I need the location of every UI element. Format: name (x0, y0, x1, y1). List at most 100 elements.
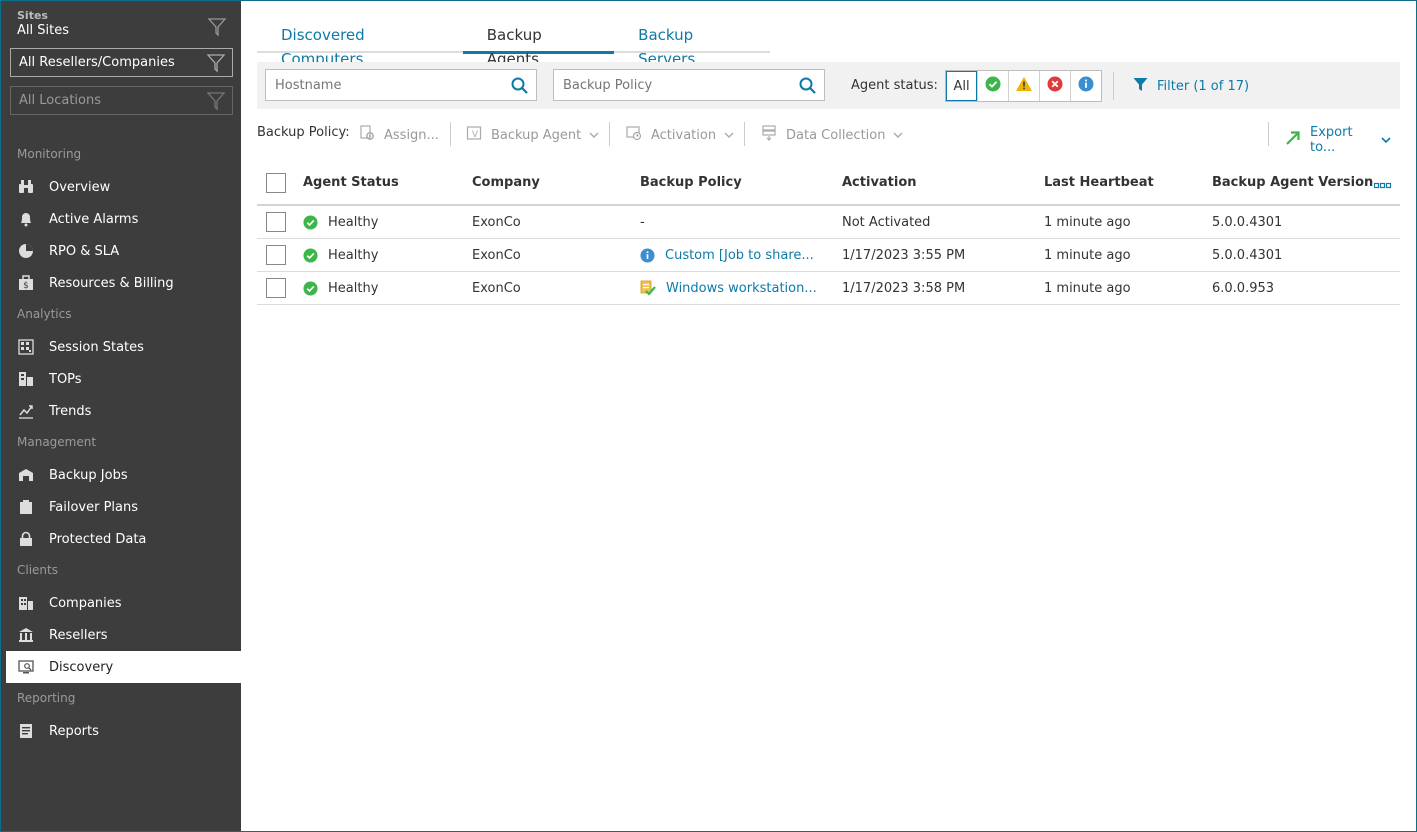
billing-icon: $ (17, 275, 34, 292)
data-collection-menu[interactable]: Data Collection (761, 125, 912, 145)
row-checkbox[interactable] (266, 212, 286, 232)
table-row[interactable]: Healthy ExonCo Custom [Job to share... 1… (257, 239, 1400, 272)
version-cell: 5.0.0.4301 (1212, 214, 1283, 230)
report-icon (17, 723, 34, 740)
backup-policy-link[interactable]: Custom [Job to share... (665, 248, 814, 263)
row-select-cell (266, 272, 286, 304)
agent-status-label: Agent status: (851, 78, 938, 93)
section-clients: Clients (17, 563, 58, 577)
tab-discovered-computers[interactable]: Discovered Computers (257, 23, 463, 68)
sidebar-item-label: Companies (49, 595, 122, 611)
backup-jobs-icon (17, 467, 34, 484)
bell-icon (17, 211, 34, 228)
export-menu[interactable]: Export to... (1285, 125, 1400, 155)
tab-bar: Discovered Computers Backup Agents Backu… (257, 23, 770, 68)
building-icon (17, 595, 34, 612)
sidebar-item-session-states[interactable]: Session States (1, 331, 241, 363)
header-company[interactable]: Company (472, 161, 540, 204)
sidebar-item-overview[interactable]: Overview (1, 171, 241, 203)
export-label: Export to... (1310, 125, 1353, 155)
sidebar-item-companies[interactable]: Companies (1, 587, 241, 619)
activation-label: Activation (651, 127, 717, 143)
tab-backup-agents[interactable]: Backup Agents (462, 23, 615, 68)
warning-icon (1015, 76, 1033, 96)
sidebar-item-protected-data[interactable]: Protected Data (1, 523, 241, 555)
bank-icon (17, 627, 34, 644)
sidebar-item-backup-jobs[interactable]: Backup Jobs (1, 459, 241, 491)
tops-icon (17, 371, 34, 388)
divider (1113, 72, 1114, 100)
heartbeat-cell: 1 minute ago (1044, 214, 1131, 230)
header-last-heartbeat[interactable]: Last Heartbeat (1044, 161, 1154, 204)
header-activation[interactable]: Activation (842, 161, 917, 204)
header-agent-status[interactable]: Agent Status (303, 161, 399, 204)
agents-table: Agent Status Company Backup Policy Activ… (257, 161, 1400, 305)
status-warning-button[interactable] (1008, 71, 1039, 101)
column-chooser-icon[interactable] (1373, 179, 1392, 194)
divider (744, 122, 745, 146)
sidebar-item-label: Active Alarms (49, 211, 139, 227)
table-row[interactable]: Healthy ExonCo Windows workstation... 1/… (257, 272, 1400, 305)
sidebar-item-active-alarms[interactable]: Active Alarms (1, 203, 241, 235)
status-info-button[interactable] (1070, 71, 1101, 101)
search-icon[interactable] (799, 77, 816, 98)
company-cell: ExonCo (472, 214, 521, 230)
check-circle-icon (303, 247, 318, 263)
sidebar-item-failover-plans[interactable]: Failover Plans (1, 491, 241, 523)
status-healthy-button[interactable] (977, 71, 1008, 101)
header-backup-policy[interactable]: Backup Policy (640, 161, 742, 204)
backup-agent-menu[interactable]: V Backup Agent (466, 125, 608, 145)
chevron-down-icon (893, 128, 912, 143)
section-analytics: Analytics (17, 307, 72, 321)
sidebar-item-label: Backup Jobs (49, 467, 128, 483)
sidebar-item-resources-billing[interactable]: $ Resources & Billing (1, 267, 241, 299)
chevron-down-icon (589, 128, 608, 143)
header-agent-version[interactable]: Backup Agent Version (1212, 161, 1373, 204)
filter-button[interactable]: Filter (1 of 17) (1133, 77, 1249, 96)
row-checkbox[interactable] (266, 278, 286, 298)
table-header: Agent Status Company Backup Policy Activ… (257, 161, 1400, 206)
chevron-down-icon (1381, 133, 1400, 148)
sidebar-item-label: Trends (49, 403, 92, 419)
agent-status-text: Healthy (328, 247, 379, 263)
agent-status-cell: Healthy (303, 206, 378, 238)
select-all-checkbox[interactable] (266, 172, 286, 193)
svg-text:V: V (472, 130, 479, 140)
sidebar-item-tops[interactable]: TOPs (1, 363, 241, 395)
divider (450, 122, 451, 146)
sites-selector[interactable]: Sites All Sites (17, 9, 69, 38)
table-row[interactable]: Healthy ExonCo - Not Activated 1 minute … (257, 206, 1400, 239)
resellers-dropdown[interactable]: All Resellers/Companies (10, 48, 233, 77)
section-reporting: Reporting (17, 691, 76, 705)
tab-backup-servers[interactable]: Backup Servers (614, 23, 770, 68)
check-circle-icon (303, 214, 318, 230)
backup-policy-input[interactable] (554, 70, 824, 100)
info-icon (1078, 76, 1094, 96)
sidebar-item-reports[interactable]: Reports (1, 715, 241, 747)
sidebar-item-rpo-sla[interactable]: RPO & SLA (1, 235, 241, 267)
status-error-button[interactable] (1039, 71, 1070, 101)
locations-dropdown[interactable]: All Locations (10, 86, 233, 115)
backup-policy-label: Backup Policy: (257, 125, 350, 140)
sidebar-item-label: Failover Plans (49, 499, 139, 515)
sidebar-item-resellers[interactable]: Resellers (1, 619, 241, 651)
row-select-cell (266, 239, 286, 271)
actions-toolbar: Backup Policy: Assign... V Backup Agent … (257, 121, 1400, 155)
sidebar-item-discovery[interactable]: Discovery (6, 651, 246, 683)
clipboard-icon (17, 499, 34, 516)
trends-icon (17, 403, 34, 420)
locations-dropdown-label: All Locations (19, 93, 102, 108)
row-checkbox[interactable] (266, 245, 286, 265)
status-all-button[interactable]: All (946, 71, 977, 101)
sites-filter-icon[interactable] (207, 17, 227, 41)
activation-menu[interactable]: Activation (626, 125, 743, 145)
sidebar-item-label: Overview (49, 179, 111, 195)
search-icon[interactable] (511, 77, 528, 98)
assign-button[interactable]: Assign... (359, 125, 439, 145)
heartbeat-cell: 1 minute ago (1044, 247, 1131, 263)
hostname-search (265, 69, 537, 101)
assign-label: Assign... (384, 127, 439, 143)
backup-policy-link[interactable]: Windows workstation... (666, 281, 817, 296)
hostname-input[interactable] (266, 70, 536, 100)
sidebar-item-trends[interactable]: Trends (1, 395, 241, 427)
